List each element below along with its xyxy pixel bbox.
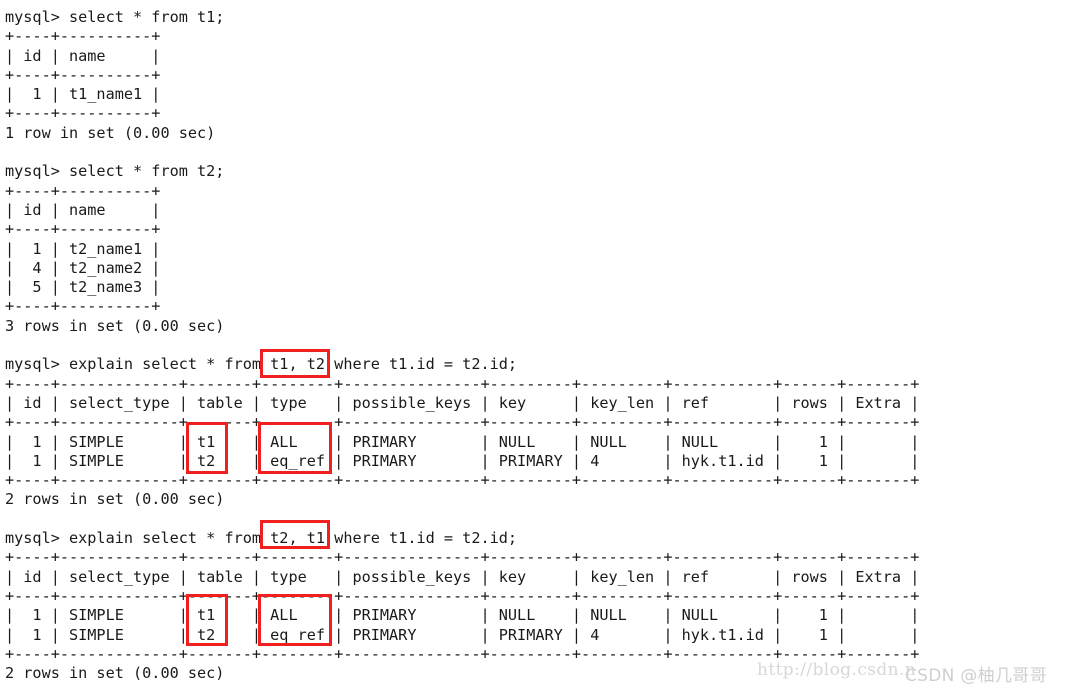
terminal-line: 1 row in set (0.00 sec)	[5, 123, 216, 142]
terminal-line: +----+----------+	[5, 27, 161, 46]
terminal-line: +----+-------------+-------+--------+---…	[5, 548, 920, 567]
terminal-line: +----+-------------+-------+--------+---…	[5, 586, 920, 605]
terminal-line: | id | name |	[5, 46, 161, 65]
terminal-line: | 1 | SIMPLE | t2 | eq_ref | PRIMARY | P…	[5, 625, 920, 644]
terminal-line: | 1 | SIMPLE | t1 | ALL | PRIMARY | NULL…	[5, 606, 920, 625]
terminal-line: mysql> select * from t1;	[5, 8, 225, 26]
terminal-line: +----+----------+	[5, 220, 161, 239]
terminal-line: | 5 | t2_name3 |	[5, 278, 161, 297]
watermark-url: http://blog.csdn.n	[757, 660, 917, 680]
terminal-line: +----+-------------+-------+--------+---…	[5, 413, 920, 432]
terminal-line: 2 rows in set (0.00 sec)	[5, 490, 225, 509]
terminal-line: | id | select_type | table | type | poss…	[5, 567, 920, 586]
terminal-line: | id | select_type | table | type | poss…	[5, 393, 920, 412]
terminal-line: | 1 | SIMPLE | t2 | eq_ref | PRIMARY | P…	[5, 451, 920, 470]
terminal-line: mysql> select * from t2;	[5, 162, 225, 181]
watermark-csdn-author: CSDN @柚几哥哥	[905, 666, 1047, 686]
terminal-line: | 1 | t2_name1 |	[5, 239, 161, 258]
terminal-line: mysql> explain select * from t1, t2 wher…	[5, 355, 518, 374]
terminal-line: +----+----------+	[5, 104, 161, 123]
terminal-line: | 1 | t1_name1 |	[5, 85, 161, 104]
terminal-line: | 1 | SIMPLE | t1 | ALL | PRIMARY | NULL…	[5, 432, 920, 451]
terminal-line: +----+-------------+-------+--------+---…	[5, 374, 920, 393]
mysql-terminal-output: mysql> select * from t1; +----+----------…	[0, 0, 1091, 689]
terminal-line: 3 rows in set (0.00 sec)	[5, 316, 225, 335]
terminal-line: | 4 | t2_name2 |	[5, 258, 161, 277]
terminal-line: +----+-------------+-------+--------+---…	[5, 471, 920, 490]
terminal-line: +----+----------+	[5, 297, 161, 316]
terminal-line: | id | name |	[5, 200, 161, 219]
terminal-line: +----+----------+	[5, 65, 161, 84]
terminal-line: mysql> explain select * from t2, t1 wher…	[5, 529, 518, 548]
terminal-line: +----+----------+	[5, 181, 161, 200]
